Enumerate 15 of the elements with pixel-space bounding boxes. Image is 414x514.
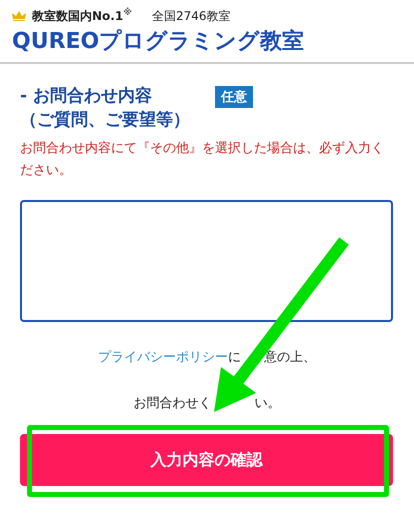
consent-text: い。 bbox=[254, 396, 280, 411]
optional-badge: 任意 bbox=[215, 86, 253, 108]
inquiry-field[interactable] bbox=[20, 200, 393, 322]
consent-text: お問合わせく bbox=[134, 396, 212, 411]
tagline: 教室数国内No.1$^{※}$ bbox=[32, 8, 132, 24]
crown-icon bbox=[12, 11, 26, 21]
confirm-button[interactable]: 入力内容の確認 bbox=[20, 434, 393, 486]
field-label: （ご質問、ご要望等） bbox=[20, 109, 191, 132]
privacy-policy-link[interactable]: プライバシーポリシー bbox=[98, 350, 228, 365]
consent-text: 意の上、 bbox=[264, 350, 316, 365]
field-label: - お問合わせ内容 bbox=[20, 85, 153, 108]
logo[interactable]: QUREOプログラミング教室 bbox=[12, 26, 402, 56]
classroom-count: 全国2746教室 bbox=[152, 8, 230, 24]
field-note: お問合わせ内容にて『その他』を選択した場合は、必ず入力ください。 bbox=[20, 140, 385, 180]
consent-text: に bbox=[228, 350, 241, 365]
